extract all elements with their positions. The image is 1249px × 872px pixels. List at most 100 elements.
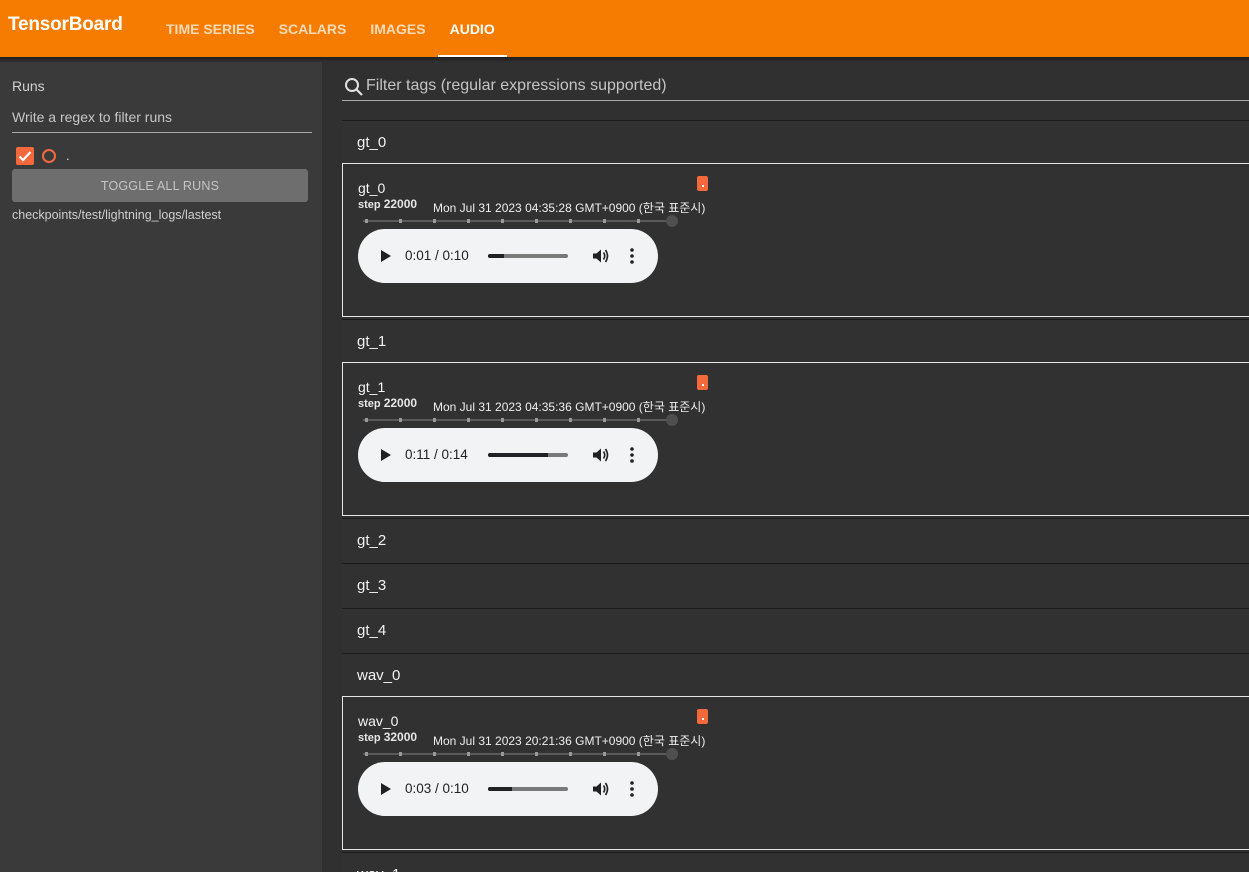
check-icon [18,150,32,162]
group-header-gt-2[interactable]: gt_2 [342,518,1249,562]
audio-player: 0:01 / 0:10 [358,229,658,283]
audio-time: 0:03 / 0:10 [405,781,469,796]
step-slider-tick [501,418,504,422]
card-timestamp: Mon Jul 31 2023 04:35:36 GMT+0900 (한국 표준… [433,400,706,414]
run-color-badge [697,709,708,724]
step-slider-tick [569,752,572,756]
audio-dashboard: gt_0 gt_0 step 22000 Mon Jul 31 2023 04:… [342,62,1249,872]
step-slider-thumb[interactable] [666,414,678,426]
card-step: step 32000 [358,730,417,744]
play-icon[interactable] [380,782,392,796]
app-title: TensorBoard [8,14,123,35]
card-timestamp: Mon Jul 31 2023 04:35:28 GMT+0900 (한국 표준… [433,201,706,215]
audio-progress-bar[interactable] [488,453,568,457]
step-slider-tick [535,219,538,223]
step-slider-tick [433,418,436,422]
runs-filter-input[interactable] [12,106,312,133]
tag-filter [342,62,1249,101]
card-title: gt_0 [358,180,386,196]
top-app-bar: TensorBoard TIME SERIES SCALARS IMAGES A… [0,0,1249,57]
step-slider-tick [365,418,368,422]
card-title: wav_0 [358,713,399,729]
tab-time-series[interactable]: TIME SERIES [154,0,267,57]
group-header-gt-4[interactable]: gt_4 [342,608,1249,652]
step-label: step [358,732,381,744]
step-slider-track[interactable] [363,753,668,755]
step-slider-tick [637,219,640,223]
step-slider-tick [501,752,504,756]
tag-filter-input[interactable] [366,75,1226,97]
step-slider-tick [501,219,504,223]
step-slider-tick [637,752,640,756]
step-slider-tick [467,219,470,223]
step-slider-tick [603,752,606,756]
audio-time: 0:01 / 0:10 [405,248,469,263]
audio-progress-fill [488,254,504,258]
step-slider-tick [603,219,606,223]
step-value: 32000 [383,730,418,744]
step-value: 22000 [383,197,418,211]
run-row: . [16,146,70,165]
step-slider-tick [603,418,606,422]
step-slider-tick [399,752,402,756]
step-slider-tick [365,219,368,223]
tab-audio[interactable]: AUDIO [437,0,507,57]
audio-progress-fill [488,787,512,791]
logdir-path: checkpoints/test/lightning_logs/lastest [12,208,222,222]
more-options-icon[interactable] [628,247,636,265]
more-options-icon[interactable] [628,446,636,464]
step-slider-tick [399,418,402,422]
step-slider-tick [467,752,470,756]
audio-card-gt-1: gt_1 step 22000 Mon Jul 31 2023 04:35:36… [342,362,1249,516]
step-slider-tick [535,418,538,422]
play-icon[interactable] [380,249,392,263]
audio-player: 0:03 / 0:10 [358,762,658,816]
run-color-badge [697,176,708,191]
play-icon[interactable] [380,448,392,462]
card-step: step 22000 [358,197,417,211]
audio-progress-bar[interactable] [488,787,568,791]
step-label: step [358,199,381,211]
run-name: . [66,148,70,163]
tab-images[interactable]: IMAGES [358,0,437,57]
audio-progress-bar[interactable] [488,254,568,258]
step-slider-tick [399,219,402,223]
step-value: 22000 [383,396,418,410]
step-slider-tick [569,219,572,223]
step-slider-track[interactable] [363,419,668,421]
step-slider-track[interactable] [363,220,668,222]
audio-player: 0:11 / 0:14 [358,428,658,482]
group-header-wav-0[interactable]: wav_0 [342,653,1249,697]
run-color-badge [697,375,708,390]
step-slider-tick [433,219,436,223]
audio-card-gt-0: gt_0 step 22000 Mon Jul 31 2023 04:35:28… [342,163,1249,317]
search-icon [345,78,363,96]
volume-icon[interactable] [591,247,609,265]
audio-progress-fill [488,453,548,457]
group-header-gt-1[interactable]: gt_1 [342,319,1249,363]
volume-icon[interactable] [591,446,609,464]
run-color-swatch[interactable] [42,148,56,163]
step-slider-tick [365,752,368,756]
card-title: gt_1 [358,379,386,395]
volume-icon[interactable] [591,780,609,798]
step-slider-tick [535,752,538,756]
step-label: step [358,398,381,410]
nav-tabs: TIME SERIES SCALARS IMAGES AUDIO [154,0,507,57]
step-slider-thumb[interactable] [666,748,678,760]
toggle-all-runs-button[interactable]: TOGGLE ALL RUNS [12,169,308,202]
more-options-icon[interactable] [628,780,636,798]
run-checkbox[interactable] [16,146,34,165]
step-slider-tick [467,418,470,422]
audio-card-wav-0: wav_0 step 32000 Mon Jul 31 2023 20:21:3… [342,696,1249,850]
step-slider-tick [637,418,640,422]
runs-sidebar: Runs . TOGGLE ALL RUNS checkpoints/test/… [0,62,322,872]
step-slider-tick [433,752,436,756]
group-header-gt-3[interactable]: gt_3 [342,563,1249,607]
runs-title: Runs [12,78,45,94]
step-slider-thumb[interactable] [666,215,678,227]
step-slider-tick [569,418,572,422]
group-header-gt-0[interactable]: gt_0 [342,120,1249,164]
group-header-wav-1[interactable]: wav_1 [342,852,1249,872]
tab-scalars[interactable]: SCALARS [267,0,359,57]
